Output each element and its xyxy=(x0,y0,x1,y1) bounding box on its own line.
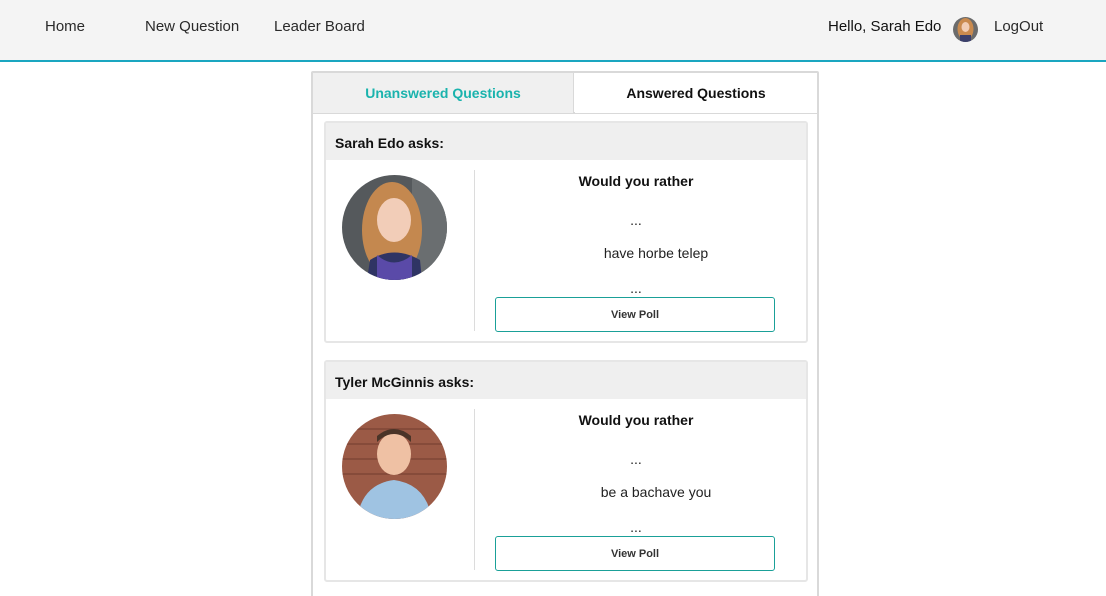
nav-new-question-link[interactable]: New Question xyxy=(145,18,239,36)
question-card: Tyler McGinnis asks: Would you rather ..… xyxy=(324,360,808,582)
question-title: Would you rather xyxy=(578,412,694,428)
user-avatar xyxy=(953,17,978,42)
questions-panel: Unanswered Questions Answered Questions … xyxy=(311,71,819,596)
top-nav: Home New Question Leader Board Hello, Sa… xyxy=(0,0,1106,62)
question-ellipsis-bottom: ... xyxy=(630,519,642,535)
user-greeting: Hello, Sarah Edo xyxy=(828,18,942,35)
author-avatar xyxy=(342,414,447,519)
question-preview: have horbe telep xyxy=(603,245,709,261)
view-poll-button[interactable]: View Poll xyxy=(495,297,775,332)
author-avatar xyxy=(342,175,447,280)
author-avatar-image xyxy=(342,414,447,519)
view-poll-button[interactable]: View Poll xyxy=(495,536,775,571)
question-ellipsis-top: ... xyxy=(630,212,642,228)
nav-leader-board-link[interactable]: Leader Board xyxy=(274,18,365,36)
logout-link[interactable]: LogOut xyxy=(994,18,1043,36)
question-title: Would you rather xyxy=(578,173,694,189)
card-divider xyxy=(474,409,475,570)
question-author-header: Tyler McGinnis asks: xyxy=(326,362,806,399)
question-ellipsis-top: ... xyxy=(630,451,642,467)
question-card: Sarah Edo asks: Would you rather ... hav… xyxy=(324,121,808,343)
question-preview: be a bachave you xyxy=(600,484,712,500)
tab-answered[interactable]: Answered Questions xyxy=(575,73,817,113)
question-tabs: Unanswered Questions Answered Questions xyxy=(313,73,817,114)
question-author-header: Sarah Edo asks: xyxy=(326,123,806,160)
card-divider xyxy=(474,170,475,331)
tab-unanswered[interactable]: Unanswered Questions xyxy=(313,73,574,113)
question-ellipsis-bottom: ... xyxy=(630,280,642,296)
nav-home-link[interactable]: Home xyxy=(45,18,85,36)
author-avatar-image xyxy=(342,175,447,280)
user-avatar-image xyxy=(953,17,978,42)
